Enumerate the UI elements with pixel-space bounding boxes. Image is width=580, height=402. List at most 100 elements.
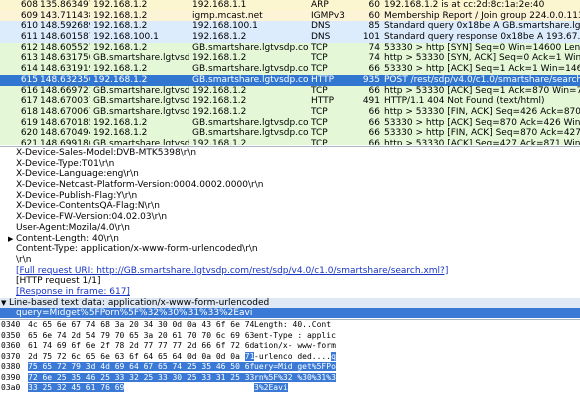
hex-bytes[interactable]: 65 6e 74 2d 54 79 70 65 3a 20 61 70 70 6…: [28, 331, 254, 342]
packet-time: 148.6015870(: [40, 32, 90, 43]
packet-source: 192.168.1.2: [93, 42, 148, 53]
packet-row[interactable]: 613148.6317500(GB.smartshare.lgtvsdp.com…: [0, 53, 580, 65]
packet-row[interactable]: 614148.6319190(192.168.1.2 GB.smartshare.…: [0, 64, 580, 75]
packet-row[interactable]: 612148.6055270(192.168.1.2 GB.smartshare.…: [0, 42, 580, 54]
packet-number: 621: [20, 138, 38, 145]
packet-info: POST /rest/sdp/v4.0/c1.0/smartshare/sear…: [384, 74, 580, 85]
detail-link[interactable]: [Full request URI: http://GB.smartshare.…: [0, 266, 580, 277]
packet-source: 192.168.1.2: [93, 74, 148, 85]
byte-offset: 0360: [1, 341, 21, 350]
hex-plain: 4c 65 6e 67 74 68 3a 20 34 30 0d 0a 43 6…: [28, 320, 255, 329]
expand-arrow-icon[interactable]: ▶: [8, 234, 13, 245]
packet-row[interactable]: 619148.6701850(192.168.1.2 GB.smartshare.…: [0, 117, 580, 129]
packet-info: 53330 > http [FIN, ACK] Seq=870 Ack=427 …: [384, 128, 580, 139]
packet-destination: GB.smartshare.lgtvsdp.com: [192, 42, 308, 53]
packet-protocol: TCP: [311, 106, 328, 117]
packet-time: 135.8634970(: [40, 0, 90, 10]
packet-protocol: HTTP: [311, 96, 335, 107]
packet-row[interactable]: 618148.6700670(GB.smartshare.lgtvsdp.com…: [0, 106, 580, 118]
bytes-row: 0350 65 6e 74 2d 54 79 70 65 3a 20 61 70 …: [0, 331, 580, 342]
detail-text: X-Device-Netcast-Platform-Version:0004.0…: [16, 180, 264, 191]
packet-length: 101: [362, 32, 380, 43]
packet-destination: 192.168.1.2: [192, 85, 247, 96]
ascii-bytes[interactable]: Length: 40..Cont: [254, 320, 331, 331]
packet-row[interactable]: 620148.6704940(192.168.1.2 GB.smartshare.…: [0, 128, 580, 139]
packet-length: 491: [362, 96, 380, 107]
packet-time: 148.6055270(: [40, 42, 90, 53]
packet-length: 66: [368, 138, 380, 145]
detail-line[interactable]: ▶ Content-Length: 40\r\n: [0, 234, 580, 245]
detail-line: User-Agent:Mozila/4.0\r\n: [0, 223, 580, 234]
hex-bytes[interactable]: 75 65 72 79 3d 4d 69 64 67 65 74 25 35 4…: [28, 362, 255, 373]
packet-bytes-pane[interactable]: 0340 4c 65 6e 67 74 68 3a 20 34 30 0d 0a …: [0, 319, 580, 402]
packet-destination: 192.168.1.2: [192, 96, 247, 107]
detail-text: User-Agent:Mozila/4.0\r\n: [16, 222, 130, 233]
byte-offset: 0370: [1, 351, 21, 361]
packet-row[interactable]: 615148.6323560(192.168.1.2 GB.smartshare.…: [0, 74, 580, 86]
packet-row[interactable]: 616148.6697210(GB.smartshare.lgtvsdp.com…: [0, 85, 580, 97]
packet-info: http > 53330 [ACK] Seq=427 Ack=871 Win=7…: [384, 138, 580, 145]
detail-line[interactable]: ▼ Line-based text data: application/x-www…: [0, 297, 580, 309]
packet-detail-pane[interactable]: X-Device-Sales-Model:DVB-MTK5398\r\n X-De…: [0, 146, 580, 318]
packet-destination: GB.smartshare.lgtvsdp.com: [192, 128, 308, 139]
hex-bytes[interactable]: 33 25 32 45 61 76 69: [28, 383, 125, 394]
ascii-bytes[interactable]: ent-Type : applic: [254, 331, 336, 342]
packet-destination: igmp.mcast.net: [192, 10, 263, 21]
packet-protocol: IGMPv3: [311, 10, 345, 21]
hex-bytes[interactable]: 4c 65 6e 67 74 68 3a 20 34 30 0d 0a 43 6…: [28, 320, 254, 331]
packet-protocol: TCP: [311, 128, 328, 139]
ascii-bytes[interactable]: uery=Mid get%5FPo: [254, 362, 336, 373]
packet-length: 66: [368, 64, 380, 75]
detail-line: [HTTP request 1/1]: [0, 276, 580, 287]
hex-bytes[interactable]: 72 6e 25 35 46 25 33 32 25 33 30 25 33 3…: [28, 372, 255, 384]
packet-number: 609: [20, 10, 38, 21]
packet-destination: 192.168.1.2: [192, 53, 247, 64]
detail-text: Content-Type: application/x-www-form-url…: [16, 244, 258, 255]
packet-time: 148.6704940(: [40, 128, 90, 139]
packet-number: 614: [20, 64, 38, 75]
ascii-bytes[interactable]: rn%5F%32 %30%31%3: [254, 372, 336, 384]
packet-number: 617: [20, 96, 38, 107]
hex-bytes[interactable]: 2d 75 72 6c 65 6e 63 6f 64 65 64 0d 0a 0…: [28, 351, 255, 363]
packet-list[interactable]: 608135.8634970(192.168.1.2192.168.1.1ARP…: [0, 0, 580, 146]
detail-text: Content-Length: 40\r\n: [16, 233, 119, 244]
packet-number: 620: [20, 128, 38, 139]
packet-row[interactable]: 610148.5926890(192.168.1.2 192.168.100.1 D…: [0, 21, 580, 33]
packet-time: 148.6700370(: [40, 96, 90, 107]
hex-plain: 2d 75 72 6c 65 6e 63 6f 64 65 64 0d 0a 0…: [28, 351, 245, 361]
packet-protocol: DNS: [311, 21, 331, 32]
packet-time: 148.6700670(: [40, 106, 90, 117]
detail-link[interactable]: [Response in frame: 617]: [0, 287, 580, 298]
packet-row[interactable]: 611148.6015870(192.168.100.1 192.168.1.2 D…: [0, 32, 580, 43]
detail-line: X-Device-FW-Version:04.02.03\r\n: [0, 212, 580, 223]
hex-plain: 61 74 69 6f 6e 2f 78 2d 77 77 77 2d 66 6…: [28, 341, 255, 350]
bytes-row: 0390 72 6e 25 35 46 25 33 32 25 33 30 25 …: [0, 372, 580, 384]
packet-length: 66: [368, 117, 380, 128]
packet-length: 66: [368, 128, 380, 139]
packet-protocol: TCP: [311, 53, 328, 64]
packet-row[interactable]: 621148.6991800(GB.smartshare.lgtvsdp.com…: [0, 138, 580, 145]
hex-bytes[interactable]: 61 74 69 6f 6e 2f 78 2d 77 77 77 2d 66 6…: [28, 341, 254, 352]
byte-offset: 0390: [1, 372, 21, 382]
ascii-bytes[interactable]: 3%2Eavi: [254, 383, 288, 394]
ascii-plain: Length: 40..Cont: [254, 320, 332, 329]
ascii-selected: 3%2Eavi: [254, 383, 288, 392]
collapse-arrow-icon[interactable]: ▼: [1, 298, 6, 309]
packet-time: 148.6319190(: [40, 64, 90, 75]
hex-plain: 65 6e 74 2d 54 79 70 65 3a 20 61 70 70 6…: [28, 330, 255, 340]
hex-selected: 33 25 32 45 61 76 69: [28, 383, 125, 392]
packet-row[interactable]: 617148.6700370(GB.smartshare.lgtvsdp.com…: [0, 96, 580, 107]
packet-info: HTTP/1.1 404 Not Found (text/html): [384, 96, 545, 107]
ascii-bytes[interactable]: -urlenco ded....q: [254, 351, 336, 363]
detail-line: X-Device-Type:T01\r\n: [0, 159, 580, 170]
packet-protocol: HTTP: [311, 74, 335, 85]
detail-text: X-Device-FW-Version:04.02.03\r\n: [16, 212, 168, 223]
ascii-selected: q: [331, 351, 336, 361]
bytes-row: 0370 2d 75 72 6c 65 6e 63 6f 64 65 64 0d …: [0, 351, 580, 363]
ascii-bytes[interactable]: ation/x- www-form: [254, 341, 336, 352]
packet-time: 148.6991800(: [40, 138, 90, 145]
bytes-row: 0360 61 74 69 6f 6e 2f 78 2d 77 77 77 2d …: [0, 341, 580, 352]
packet-row[interactable]: 609143.7114380(192.168.1.2 igmp.mcast.net…: [0, 10, 580, 22]
packet-row[interactable]: 608135.8634970(192.168.1.2 192.168.1.1 ARP…: [0, 0, 580, 11]
ascii-selected: rn%5F%32 %30%31%3: [254, 372, 336, 382]
